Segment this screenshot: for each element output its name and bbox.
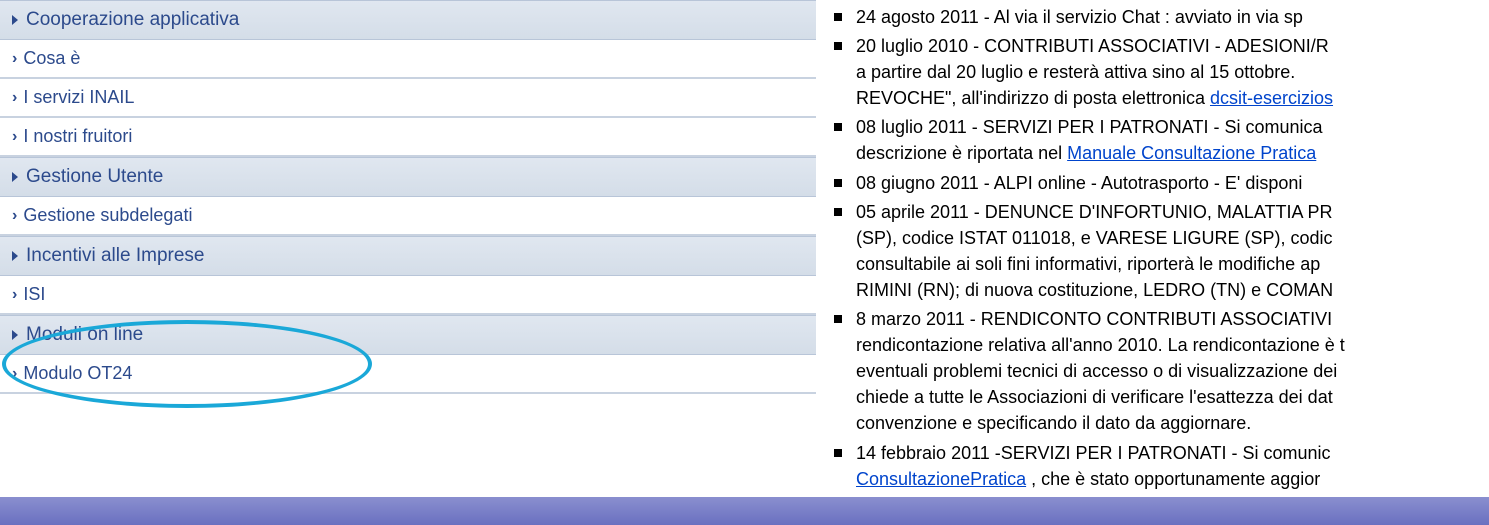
sidebar-item-label: Incentivi alle Imprese bbox=[26, 245, 204, 267]
sidebar-item-label: Moduli on line bbox=[26, 324, 143, 346]
news-line: 08 giugno 2011 - ALPI online - Autotrasp… bbox=[856, 170, 1489, 196]
sidebar-item-label: Gestione Utente bbox=[26, 166, 163, 188]
news-link[interactable]: ConsultazionePratica bbox=[856, 469, 1026, 489]
news-line: 20 luglio 2010 - CONTRIBUTI ASSOCIATIVI … bbox=[856, 33, 1489, 59]
news-item: 08 luglio 2011 - SERVIZI PER I PATRONATI… bbox=[856, 114, 1489, 166]
sidebar-item-modulo-ot24[interactable]: › Modulo OT24 bbox=[0, 355, 816, 394]
news-item: 05 aprile 2011 - DENUNCE D'INFORTUNIO, M… bbox=[856, 199, 1489, 303]
sidebar-item-label: Modulo OT24 bbox=[23, 363, 132, 384]
sidebar-item-moduli-online[interactable]: Moduli on line bbox=[0, 315, 816, 355]
chevron-right-icon: › bbox=[12, 365, 17, 383]
arrow-right-icon bbox=[12, 330, 18, 340]
sidebar-item-cooperazione[interactable]: Cooperazione applicativa bbox=[0, 0, 816, 40]
arrow-right-icon bbox=[12, 15, 18, 25]
news-line: RIMINI (RN); di nuova costituzione, LEDR… bbox=[856, 277, 1489, 303]
news-panel: 24 agosto 2011 - Al via il servizio Chat… bbox=[816, 0, 1489, 525]
chevron-right-icon: › bbox=[12, 128, 17, 146]
news-link[interactable]: Manuale Consultazione Pratica bbox=[1067, 143, 1316, 163]
sidebar-item-label: Gestione subdelegati bbox=[23, 205, 192, 226]
sidebar-item-label: Cosa è bbox=[23, 48, 80, 69]
chevron-right-icon: › bbox=[12, 286, 17, 304]
news-line: 08 luglio 2011 - SERVIZI PER I PATRONATI… bbox=[856, 114, 1489, 140]
sidebar-item-label: I servizi INAIL bbox=[23, 87, 134, 108]
sidebar-item-servizi-inail[interactable]: › I servizi INAIL bbox=[0, 79, 816, 118]
news-list: 24 agosto 2011 - Al via il servizio Chat… bbox=[816, 4, 1489, 525]
chevron-right-icon: › bbox=[12, 207, 17, 225]
news-line: 05 aprile 2011 - DENUNCE D'INFORTUNIO, M… bbox=[856, 199, 1489, 225]
arrow-right-icon bbox=[12, 172, 18, 182]
news-line: convenzione e specificando il dato da ag… bbox=[856, 410, 1489, 436]
news-line: ConsultazionePratica , che è stato oppor… bbox=[856, 466, 1489, 492]
news-line: 8 marzo 2011 - RENDICONTO CONTRIBUTI ASS… bbox=[856, 306, 1489, 332]
sidebar-item-label: ISI bbox=[23, 284, 45, 305]
news-item: 24 agosto 2011 - Al via il servizio Chat… bbox=[856, 4, 1489, 30]
bottom-bar bbox=[0, 497, 1489, 525]
news-line: (SP), codice ISTAT 011018, e VARESE LIGU… bbox=[856, 225, 1489, 251]
news-line: rendicontazione relativa all'anno 2010. … bbox=[856, 332, 1489, 358]
news-line: a partire dal 20 luglio e resterà attiva… bbox=[856, 59, 1489, 85]
news-line: eventuali problemi tecnici di accesso o … bbox=[856, 358, 1489, 384]
sidebar-item-label: Cooperazione applicativa bbox=[26, 9, 239, 31]
chevron-right-icon: › bbox=[12, 50, 17, 68]
news-line: REVOCHE", all'indirizzo di posta elettro… bbox=[856, 85, 1489, 111]
news-line: 24 agosto 2011 - Al via il servizio Chat… bbox=[856, 4, 1489, 30]
sidebar-item-nostri-fruitori[interactable]: › I nostri fruitori bbox=[0, 118, 816, 157]
news-item: 8 marzo 2011 - RENDICONTO CONTRIBUTI ASS… bbox=[856, 306, 1489, 436]
sidebar-item-label: I nostri fruitori bbox=[23, 126, 132, 147]
news-line: consultabile ai soli fini informativi, r… bbox=[856, 251, 1489, 277]
news-item: 14 febbraio 2011 -SERVIZI PER I PATRONAT… bbox=[856, 440, 1489, 492]
news-item: 08 giugno 2011 - ALPI online - Autotrasp… bbox=[856, 170, 1489, 196]
news-line: descrizione è riportata nel Manuale Cons… bbox=[856, 140, 1489, 166]
sidebar: Cooperazione applicativa › Cosa è › I se… bbox=[0, 0, 816, 525]
sidebar-item-cosa-e[interactable]: › Cosa è bbox=[0, 40, 816, 79]
sidebar-item-gestione-utente[interactable]: Gestione Utente bbox=[0, 157, 816, 197]
arrow-right-icon bbox=[12, 251, 18, 261]
news-link[interactable]: dcsit-esercizios bbox=[1210, 88, 1333, 108]
sidebar-item-isi[interactable]: › ISI bbox=[0, 276, 816, 315]
news-line: 14 febbraio 2011 -SERVIZI PER I PATRONAT… bbox=[856, 440, 1489, 466]
news-item: 20 luglio 2010 - CONTRIBUTI ASSOCIATIVI … bbox=[856, 33, 1489, 111]
news-line: chiede a tutte le Associazioni di verifi… bbox=[856, 384, 1489, 410]
chevron-right-icon: › bbox=[12, 89, 17, 107]
sidebar-item-gestione-subdelegati[interactable]: › Gestione subdelegati bbox=[0, 197, 816, 236]
sidebar-item-incentivi-imprese[interactable]: Incentivi alle Imprese bbox=[0, 236, 816, 276]
